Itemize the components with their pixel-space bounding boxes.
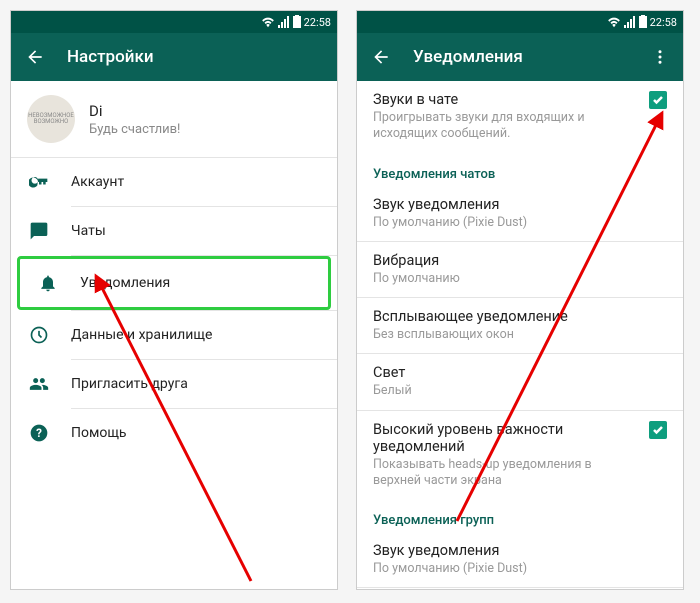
key-icon [29,172,49,192]
profile-status: Будь счастлив! [89,122,180,137]
setting-title: Вибрация [373,252,667,269]
setting-title: Звук уведомления [373,196,667,213]
checkbox-checked[interactable] [649,91,667,109]
back-icon[interactable] [25,47,45,67]
menu-data[interactable]: Данные и хранилище [11,311,337,359]
setting-popup[interactable]: Всплывающее уведомление Без всплывающих … [357,298,683,353]
setting-title: Свет [373,364,667,381]
setting-vibration[interactable]: Вибрация По умолчанию [357,242,683,297]
setting-grp-sound[interactable]: Звук уведомления По умолчанию (Pixie Dus… [357,532,683,587]
help-icon: ? [29,423,49,443]
setting-sub: Без всплывающих окон [373,327,667,343]
setting-grp-vibration[interactable]: Вибрация По умолчанию [357,588,683,589]
content-area: Звуки в чате Проигрывать звуки для входя… [357,81,683,589]
setting-sub: По умолчанию (Pixie Dust) [373,561,667,577]
signal-icon [278,16,290,28]
section-header-chats: Уведомления чатов [357,153,683,186]
appbar: Настройки [11,33,337,81]
statusbar: 22:58 [11,11,337,33]
menu-label: Помощь [71,425,127,441]
setting-notif-sound[interactable]: Звук уведомления По умолчанию (Pixie Dus… [357,186,683,241]
section-header-groups: Уведомления групп [357,499,683,532]
menu-notifications[interactable]: Уведомления [20,259,328,307]
setting-title: Всплывающее уведомление [373,308,667,325]
setting-title: Высокий уровень важности уведомлений [373,421,639,455]
phone-left-settings: 22:58 Настройки НЕВОЗМОЖНОЕ ВОЗМОЖНО Di … [10,10,338,590]
menu-account[interactable]: Аккаунт [11,158,337,206]
appbar-title: Уведомления [413,47,523,67]
signal-icon [624,16,636,28]
clock: 22:58 [650,16,677,29]
back-icon[interactable] [371,47,391,67]
wifi-icon [607,16,621,28]
battery-icon [293,15,301,29]
more-icon[interactable] [651,48,669,66]
svg-text:?: ? [36,426,42,440]
appbar-title: Настройки [67,47,154,67]
menu-help[interactable]: ? Помощь [11,409,337,457]
menu-label: Уведомления [80,275,170,291]
setting-light[interactable]: Свет Белый [357,354,683,409]
setting-high-priority[interactable]: Высокий уровень важности уведомлений Пок… [357,411,683,500]
setting-chat-sounds[interactable]: Звуки в чате Проигрывать звуки для входя… [357,81,683,153]
people-icon [29,374,49,394]
menu-label: Пригласить друга [71,376,188,392]
menu-invite[interactable]: Пригласить друга [11,360,337,408]
menu-label: Данные и хранилище [71,327,212,343]
setting-sub: По умолчанию (Pixie Dust) [373,215,667,231]
bell-icon [38,273,58,293]
setting-title: Звук уведомления [373,542,667,559]
menu-label: Чаты [71,223,106,239]
wifi-icon [261,16,275,28]
avatar: НЕВОЗМОЖНОЕ ВОЗМОЖНО [27,95,75,143]
profile-name: Di [89,102,180,120]
highlight-notifications: Уведомления [17,256,331,310]
chat-icon [29,221,49,241]
data-icon [29,325,49,345]
phone-right-notifications: 22:58 Уведомления Звуки в чате Проигрыва… [356,10,684,590]
battery-icon [639,15,647,29]
clock: 22:58 [304,16,331,29]
menu-label: Аккаунт [71,174,124,190]
profile-row[interactable]: НЕВОЗМОЖНОЕ ВОЗМОЖНО Di Будь счастлив! [11,81,337,157]
setting-title: Звуки в чате [373,91,639,108]
appbar: Уведомления [357,33,683,81]
setting-sub: Белый [373,383,667,399]
setting-sub: Показывать heads-up уведомления в верхне… [373,457,639,490]
menu-chats[interactable]: Чаты [11,207,337,255]
content-area: НЕВОЗМОЖНОЕ ВОЗМОЖНО Di Будь счастлив! А… [11,81,337,589]
setting-sub: По умолчанию [373,271,667,287]
statusbar: 22:58 [357,11,683,33]
checkbox-checked[interactable] [649,421,667,439]
setting-sub: Проигрывать звуки для входящих и исходящ… [373,110,639,143]
